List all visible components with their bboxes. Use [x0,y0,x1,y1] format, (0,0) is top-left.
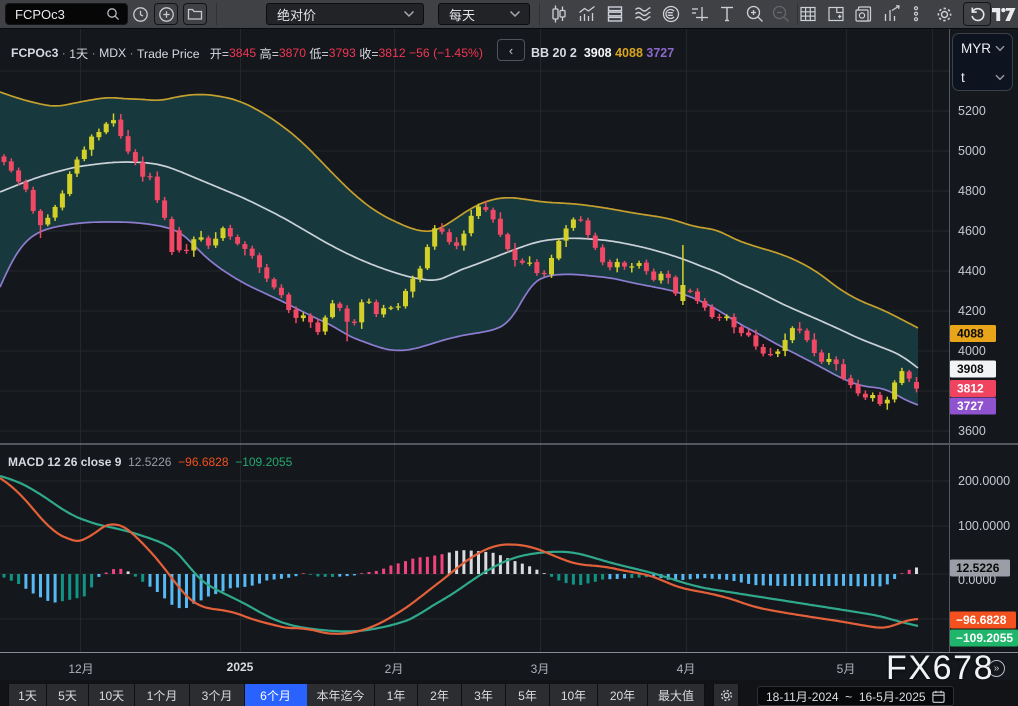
svg-text:3600: 3600 [958,424,986,438]
svg-text:5000: 5000 [958,144,986,158]
svg-text:4400: 4400 [958,264,986,278]
svg-text:3727: 3727 [957,399,984,413]
svg-text:4000: 4000 [958,344,986,358]
svg-text:4800: 4800 [958,184,986,198]
svg-text:−96.6828: −96.6828 [956,613,1007,627]
svg-text:4200: 4200 [958,304,986,318]
svg-text:4600: 4600 [958,224,986,238]
svg-text:12.5226: 12.5226 [956,561,1000,575]
svg-text:5200: 5200 [958,104,986,118]
svg-text:3908: 3908 [957,362,984,376]
svg-text:−109.2055: −109.2055 [956,631,1013,645]
svg-text:4088: 4088 [957,327,984,341]
svg-text:200.0000: 200.0000 [958,474,1010,488]
svg-text:100.0000: 100.0000 [958,519,1010,533]
svg-text:3812: 3812 [957,382,984,396]
